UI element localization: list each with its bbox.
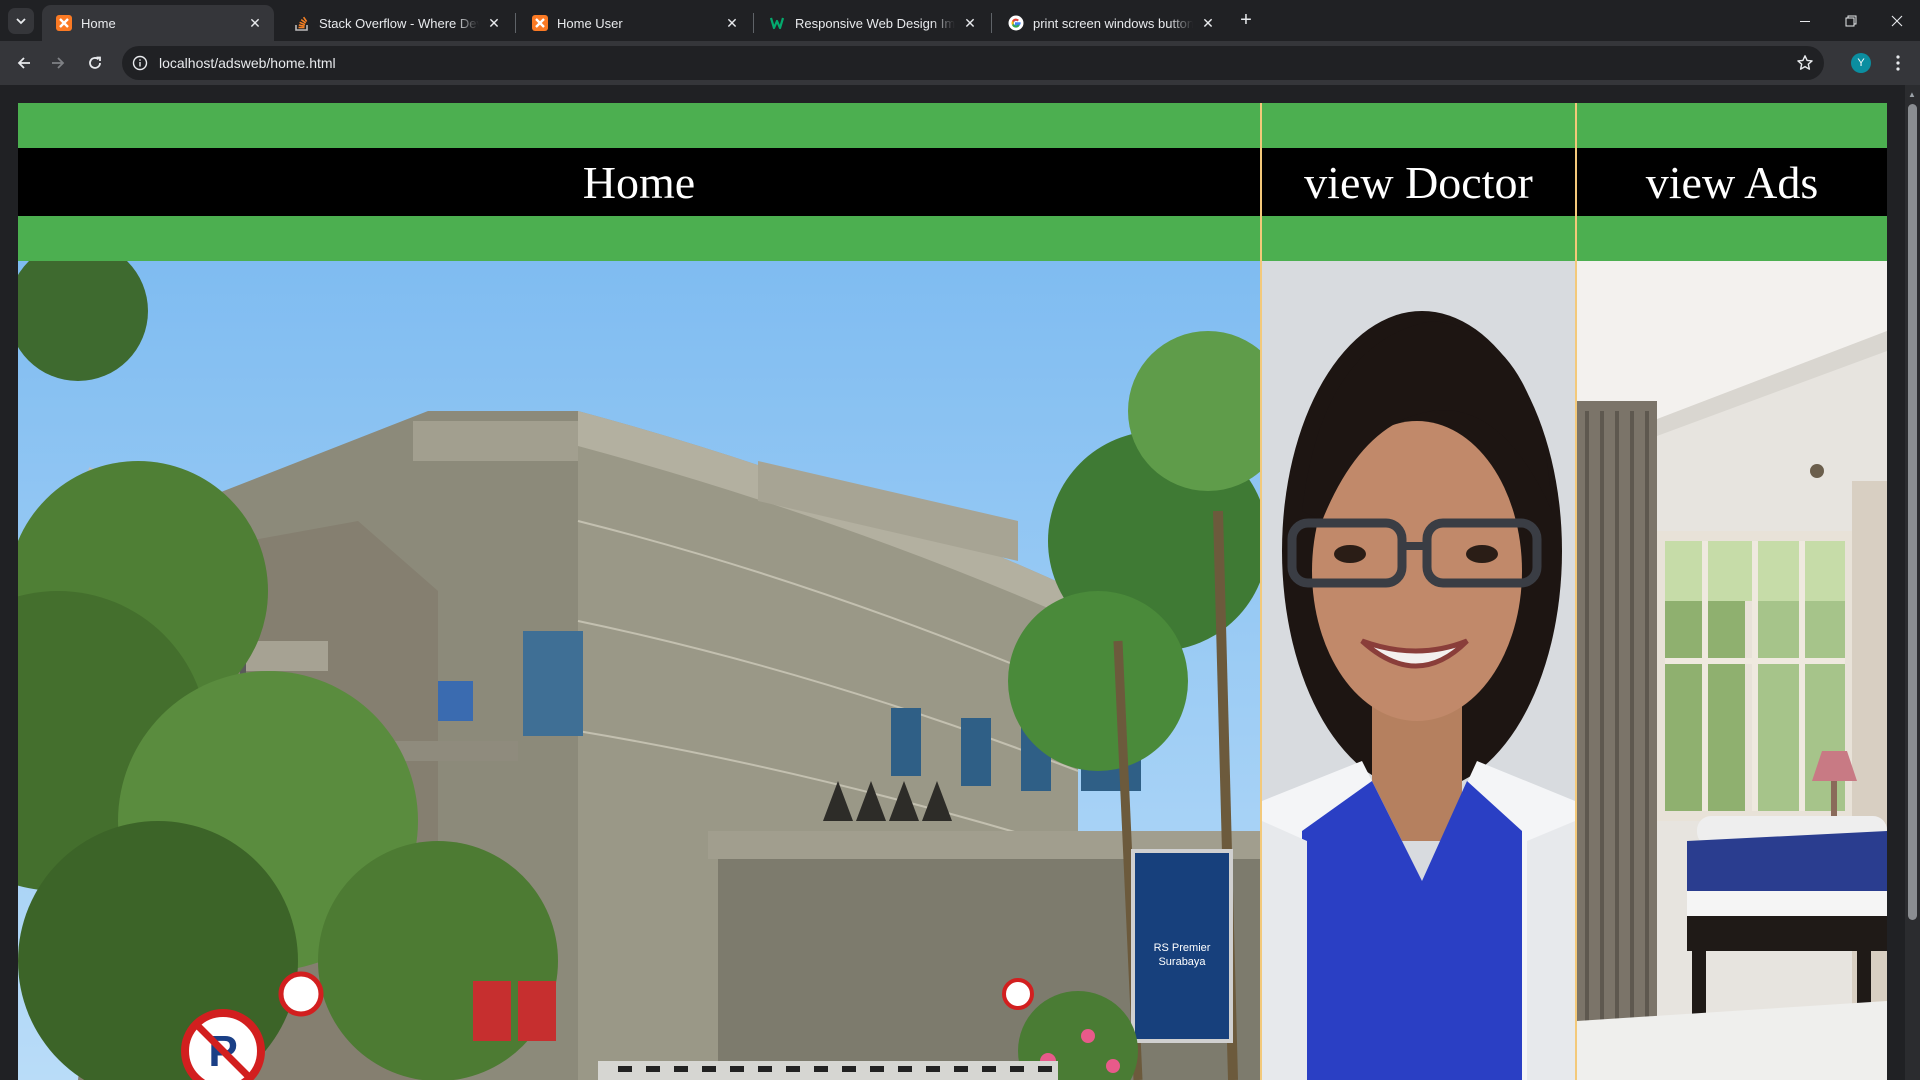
stackoverflow-icon: [294, 15, 310, 31]
nav-link-home[interactable]: Home: [18, 148, 1260, 216]
close-icon[interactable]: ✕: [1199, 14, 1217, 32]
tab-google-search[interactable]: print screen windows button - ( ✕: [994, 5, 1227, 41]
nav-column-ads: view Ads: [1575, 103, 1887, 1080]
info-icon[interactable]: [131, 54, 149, 72]
tab-stackoverflow[interactable]: Stack Overflow - Where Develo ✕: [280, 5, 513, 41]
nav-link-view-doctor[interactable]: view Doctor: [1262, 148, 1575, 216]
window-close-button[interactable]: [1874, 0, 1920, 41]
scroll-up-arrow-icon[interactable]: ▲: [1908, 90, 1916, 99]
xampp-icon: [56, 15, 72, 31]
bookmark-star-icon[interactable]: [1794, 52, 1816, 74]
tab-search-button[interactable]: [8, 8, 34, 34]
hospital-room-photo: [1577, 261, 1887, 1080]
tab-title: Home User: [557, 15, 623, 31]
minimize-button[interactable]: [1782, 0, 1828, 41]
reload-icon: [89, 56, 101, 69]
nav-column-doctor: view Doctor: [1260, 103, 1575, 1080]
doctor-portrait-photo: [1262, 261, 1575, 1080]
plus-icon: +: [1240, 8, 1252, 31]
more-vertical-icon: [1896, 55, 1900, 71]
chevron-down-icon: [16, 18, 26, 25]
restore-button[interactable]: [1828, 0, 1874, 41]
minimize-icon: [1800, 20, 1810, 22]
forward-button[interactable]: [42, 47, 74, 79]
arrow-right-icon: [52, 57, 65, 69]
tab-separator: [515, 13, 516, 33]
tab-separator: [753, 13, 754, 33]
page-viewport: Home RS Premier Surabaya view Doctor vie…: [0, 85, 1920, 1080]
arrow-left-icon: [17, 57, 30, 69]
browser-toolbar: localhost/adsweb/home.html: [0, 41, 1920, 85]
restore-icon: [1845, 15, 1857, 26]
url-text: localhost/adsweb/home.html: [159, 55, 336, 71]
tab-title: Stack Overflow - Where Develo: [319, 15, 479, 31]
tab-title: Responsive Web Design Images: [795, 15, 955, 31]
tab-strip: Home ✕ Stack Overflow - Where Develo ✕ H…: [0, 0, 1920, 41]
tab-home[interactable]: Home ✕: [42, 5, 274, 41]
hospital-sign-line2: Surabaya: [1158, 956, 1206, 968]
nav-grid: Home RS Premier Surabaya view Doctor vie…: [18, 103, 1887, 1080]
profile-avatar[interactable]: Y: [1851, 53, 1871, 73]
close-icon: [1891, 15, 1903, 26]
tab-w3schools[interactable]: Responsive Web Design Images ✕: [756, 5, 989, 41]
reload-button[interactable]: [79, 47, 111, 79]
tab-title: print screen windows button - (: [1033, 15, 1193, 31]
menu-button[interactable]: [1886, 50, 1910, 76]
scrollbar-thumb[interactable]: [1908, 104, 1917, 920]
xampp-icon: [532, 15, 548, 31]
hospital-sign-line1: RS Premier: [1154, 942, 1211, 954]
nav-link-view-ads[interactable]: view Ads: [1577, 148, 1887, 216]
google-icon: [1008, 15, 1024, 31]
tab-home-user[interactable]: Home User ✕: [518, 5, 751, 41]
close-icon[interactable]: ✕: [723, 14, 741, 32]
close-icon[interactable]: ✕: [485, 14, 503, 32]
hospital-building-photo: RS Premier Surabaya P: [18, 261, 1260, 1080]
close-icon[interactable]: ✕: [961, 14, 979, 32]
w3schools-icon: [770, 15, 786, 31]
new-tab-button[interactable]: +: [1233, 7, 1259, 33]
close-icon[interactable]: ✕: [246, 14, 264, 32]
address-bar[interactable]: localhost/adsweb/home.html: [122, 46, 1824, 80]
tab-title: Home: [81, 15, 116, 31]
tab-separator: [991, 13, 992, 33]
back-button[interactable]: [8, 47, 40, 79]
nav-column-home: Home RS Premier Surabaya: [18, 103, 1260, 1080]
